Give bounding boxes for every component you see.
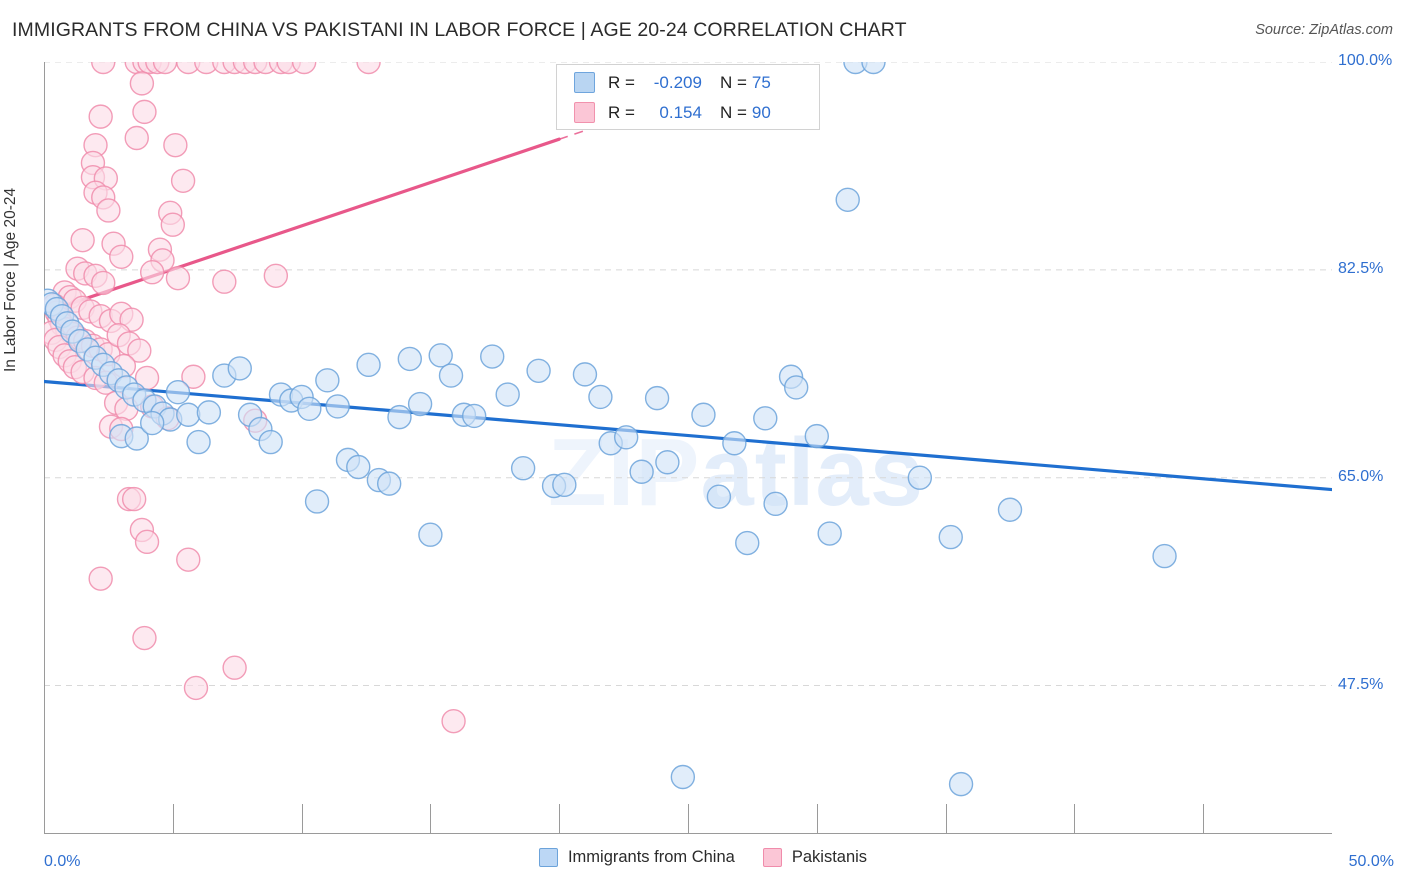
correlation-stats-box: R = -0.209 N = 75 R = 0.154 N = 90 [556,64,820,130]
legend-label-immigrants-from-china: Immigrants from China [567,848,735,866]
legend-swatch-blue-icon [538,848,558,867]
y-tick-label-3: 47.5% [1338,675,1384,693]
chart-header: IMMIGRANTS FROM CHINA VS PAKISTANI IN LA… [0,0,1406,52]
series-legend: Immigrants from China Pakistanis [0,848,1406,867]
stats-r-value-blue: -0.209 [653,72,702,92]
stats-swatch-pink-icon [574,102,595,123]
stats-r-label-pink: R = [608,102,635,122]
y-tick-label-0: 100.0% [1338,52,1393,69]
y-axis-title: In Labor Force | Age 20-24 [2,187,19,372]
stats-row-pink: R = 0.154 N = 90 [557,98,771,127]
page-title: IMMIGRANTS FROM CHINA VS PAKISTANI IN LA… [12,19,907,41]
legend-item-immigrants-from-china[interactable]: Immigrants from China [538,848,735,867]
stats-text-pink: R = 0.154 N = 90 [608,103,771,123]
source-attribution: Source: ZipAtlas.com [1255,22,1393,38]
stats-n-label-pink: N = [719,102,747,122]
axis-frame [44,62,1332,834]
stats-r-value-pink: 0.154 [659,102,702,122]
stats-n-value-blue: 75 [751,72,771,92]
correlation-chart: IMMIGRANTS FROM CHINA VS PAKISTANI IN LA… [0,0,1406,892]
stats-n-label-blue: N = [719,72,747,92]
stats-text-blue: R = -0.209 N = 75 [608,73,771,93]
pakistanis-points [44,62,466,734]
legend-label-pakistanis: Pakistanis [791,848,868,866]
trendlines [44,99,1332,492]
y-tick-label-1: 82.5% [1338,259,1384,277]
legend-item-pakistanis[interactable]: Pakistanis [762,848,868,867]
y-tick-label-2: 65.0% [1338,467,1384,485]
scatter-plot-svg [44,62,1332,834]
stats-swatch-blue-icon [574,72,595,93]
stats-r-label-blue: R = [608,72,635,92]
legend-swatch-pink-icon [762,848,782,867]
plot-area [44,62,1332,834]
stats-row-blue: R = -0.209 N = 75 [557,68,771,97]
stats-n-value-pink: 90 [751,102,771,122]
